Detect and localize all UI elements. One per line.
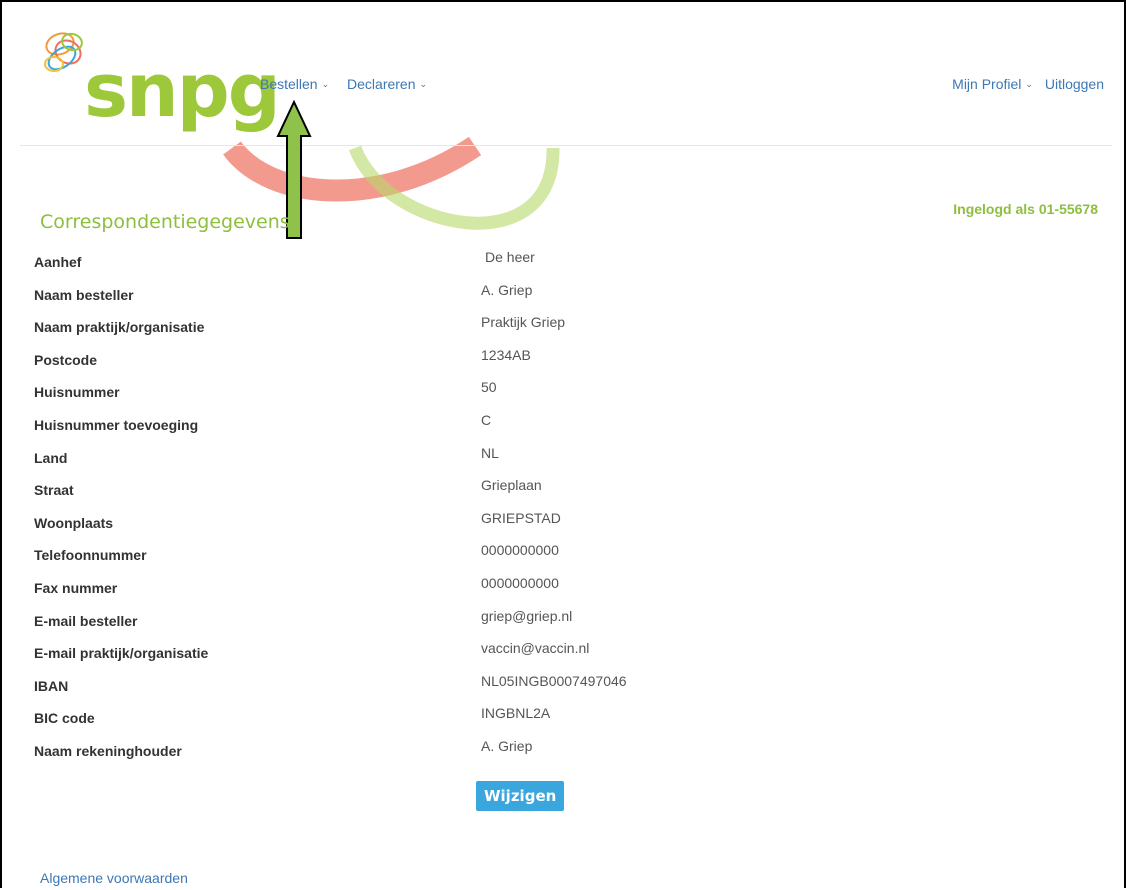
detail-value: C bbox=[481, 411, 492, 428]
detail-row: Naam rekeninghouder A. Griep bbox=[34, 735, 1094, 768]
detail-value: 0000000000 bbox=[481, 542, 559, 559]
detail-row: Telefoonnummer 0000000000 bbox=[34, 539, 1094, 572]
detail-row: Straat Grieplaan bbox=[34, 474, 1094, 507]
detail-value: 50 bbox=[481, 379, 497, 396]
detail-value: 1234AB bbox=[481, 346, 531, 363]
detail-row: Woonplaats GRIEPSTAD bbox=[34, 507, 1094, 540]
detail-value: GRIEPSTAD bbox=[481, 509, 561, 526]
detail-label: Naam rekeninghouder bbox=[34, 742, 182, 759]
detail-label: Naam besteller bbox=[34, 286, 134, 303]
detail-value: INGBNL2A bbox=[481, 705, 551, 722]
detail-row: IBAN NL05INGB0007497046 bbox=[34, 670, 1094, 703]
detail-label: E-mail besteller bbox=[34, 612, 138, 629]
detail-label: IBAN bbox=[34, 677, 69, 694]
detail-row: Naam besteller A. Griep bbox=[34, 279, 1094, 312]
detail-row: Fax nummer 0000000000 bbox=[34, 572, 1094, 605]
correspondence-details: Aanhef De heer Naam besteller A. Griep N… bbox=[34, 246, 1094, 768]
nav-uitloggen[interactable]: Uitloggen bbox=[1045, 76, 1104, 92]
detail-value: vaccin@vaccin.nl bbox=[481, 640, 590, 657]
chevron-down-icon: ⌄ bbox=[419, 79, 428, 89]
detail-value: De heer bbox=[485, 249, 535, 265]
main-nav: Bestellen ⌄ Declareren ⌄ bbox=[260, 76, 441, 92]
detail-label: BIC code bbox=[34, 710, 95, 727]
detail-label: Huisnummer toevoeging bbox=[34, 416, 199, 433]
detail-row: Huisnummer 50 bbox=[34, 376, 1094, 409]
detail-row: E-mail besteller griep@griep.nl bbox=[34, 605, 1094, 638]
detail-value: A. Griep bbox=[481, 281, 533, 298]
chevron-down-icon: ⌄ bbox=[321, 79, 330, 89]
page-title: Correspondentiegegevens bbox=[40, 210, 290, 233]
nav-bestellen[interactable]: Bestellen ⌄ bbox=[260, 76, 329, 92]
snpg-logo[interactable]: snpg bbox=[36, 24, 281, 140]
detail-label: Aanhef bbox=[34, 254, 82, 270]
detail-value: Praktijk Griep bbox=[481, 314, 566, 331]
terms-link[interactable]: Algemene voorwaarden bbox=[40, 870, 188, 886]
detail-label: Postcode bbox=[34, 351, 98, 368]
detail-row: Aanhef De heer bbox=[34, 246, 1094, 279]
detail-label: Telefoonnummer bbox=[34, 547, 147, 564]
detail-value: Grieplaan bbox=[481, 477, 542, 494]
nav-mijn-profiel[interactable]: Mijn Profiel ⌄ bbox=[952, 76, 1033, 92]
detail-row: Huisnummer toevoeging C bbox=[34, 409, 1094, 442]
nav-declareren-label: Declareren bbox=[347, 76, 416, 92]
detail-row: Land NL bbox=[34, 442, 1094, 475]
detail-row: Naam praktijk/organisatie Praktijk Griep bbox=[34, 311, 1094, 344]
detail-label: Land bbox=[34, 449, 68, 466]
detail-value: griep@griep.nl bbox=[481, 607, 573, 624]
detail-value: NL bbox=[481, 444, 499, 461]
user-nav: Mijn Profiel ⌄ Uitloggen bbox=[944, 76, 1104, 92]
detail-label: Fax nummer bbox=[34, 579, 118, 596]
detail-label: Naam praktijk/organisatie bbox=[34, 319, 205, 336]
detail-label: Huisnummer bbox=[34, 384, 120, 401]
detail-row: BIC code INGBNL2A bbox=[34, 702, 1094, 735]
wijzigen-button[interactable]: Wijzigen bbox=[476, 781, 565, 811]
detail-value: NL05INGB0007497046 bbox=[481, 672, 627, 689]
detail-label: Woonplaats bbox=[34, 514, 114, 531]
detail-row: E-mail praktijk/organisatie vaccin@vacci… bbox=[34, 637, 1094, 670]
detail-label: Straat bbox=[34, 482, 74, 499]
header-divider bbox=[20, 145, 1112, 146]
nav-profile-label: Mijn Profiel bbox=[952, 76, 1022, 92]
logged-in-status: Ingelogd als 01-55678 bbox=[953, 201, 1098, 217]
detail-label: E-mail praktijk/organisatie bbox=[34, 645, 209, 662]
nav-declareren[interactable]: Declareren ⌄ bbox=[347, 76, 427, 92]
chevron-down-icon: ⌄ bbox=[1025, 79, 1033, 89]
detail-value: A. Griep bbox=[481, 737, 533, 754]
detail-row: Postcode 1234AB bbox=[34, 344, 1094, 377]
detail-value: 0000000000 bbox=[481, 574, 559, 591]
nav-bestellen-label: Bestellen bbox=[260, 76, 318, 92]
logo-text: snpg bbox=[84, 48, 281, 134]
